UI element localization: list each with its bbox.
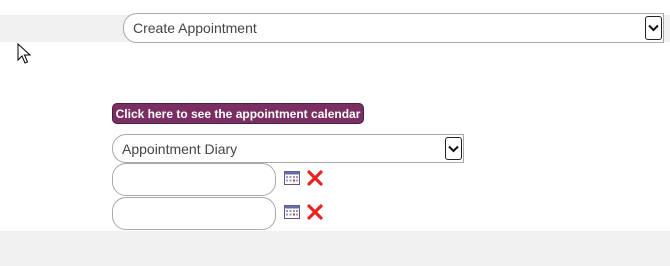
bottom-band bbox=[0, 231, 670, 266]
calendar-icon[interactable] bbox=[283, 203, 301, 221]
appointment-calendar-button[interactable]: Click here to see the appointment calend… bbox=[112, 103, 364, 124]
chevron-down-icon[interactable] bbox=[645, 16, 662, 40]
chevron-down-icon[interactable] bbox=[445, 137, 462, 160]
date-to-input[interactable] bbox=[112, 197, 276, 230]
mouse-cursor-icon bbox=[17, 43, 31, 64]
appointment-type-selected: Create Appointment bbox=[133, 20, 257, 36]
appointment-diary-selected: Appointment Diary bbox=[122, 140, 238, 157]
appointment-diary-select[interactable]: Appointment Diary bbox=[112, 134, 464, 163]
appointment-type-select[interactable]: Create Appointment bbox=[123, 13, 664, 43]
calendar-icon[interactable] bbox=[283, 169, 301, 187]
clear-icon[interactable] bbox=[306, 169, 324, 187]
clear-icon[interactable] bbox=[306, 203, 324, 221]
date-from-input[interactable] bbox=[112, 163, 276, 196]
